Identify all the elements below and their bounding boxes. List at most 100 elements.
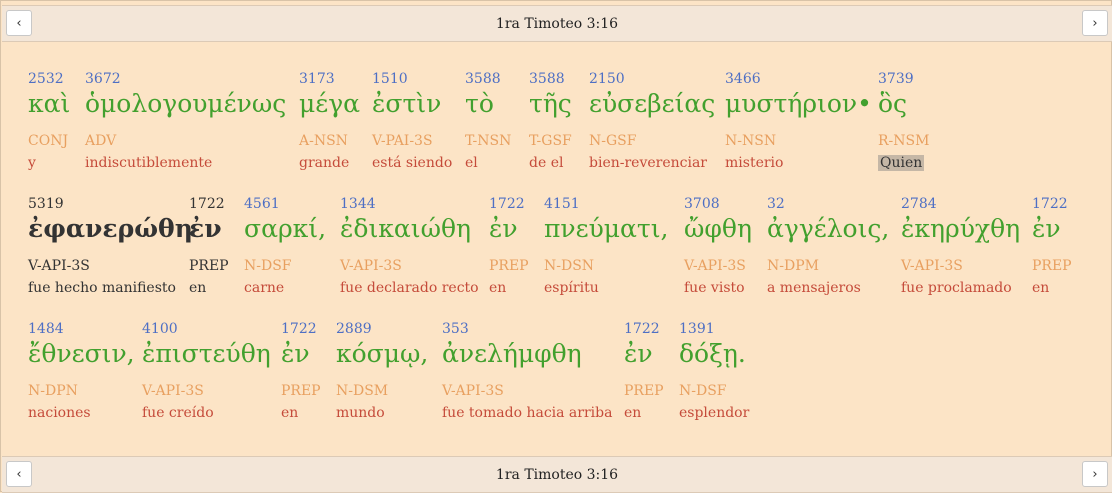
morph-code: PREP [624,383,664,399]
gloss-text: fue tomado hacia arriba [442,405,613,421]
strong-number: 2150 [589,71,625,87]
morph-code: PREP [281,383,321,399]
strong-number: 32 [767,196,785,212]
gloss-text: fue proclamado [901,280,1012,296]
interlinear-panel: ‹ 1ra Timoteo 3:16 › 2532 καὶ CONJ y 3672 ὁμο… [0,0,1112,493]
greek-word: ἐδικαιώθη [340,214,471,243]
greek-word: καὶ [28,89,71,118]
greek-word: τὸ [465,89,494,118]
strong-number: 3588 [529,71,565,87]
next-verse-button-bottom[interactable]: › [1082,461,1108,487]
strong-number: 1722 [281,321,317,337]
gloss-text: esplendor [679,405,750,421]
greek-word: μέγα [299,89,361,118]
strong-number: 4561 [244,196,280,212]
strong-number: 3588 [465,71,501,87]
greek-word: κόσμῳ, [336,339,429,368]
strong-number: 4100 [142,321,178,337]
greek-word: ἐπιστεύθη [142,339,271,368]
morph-code: N-DPN [28,383,78,399]
morph-code: R-NSM [878,133,930,149]
gloss-text: en [624,405,642,421]
chevron-left-icon: ‹ [16,15,22,31]
prev-verse-button[interactable]: ‹ [6,10,32,36]
strong-number: 1722 [1032,196,1068,212]
greek-word: ἐν [1032,214,1061,243]
greek-word: δόξῃ. [679,339,746,368]
morph-code: V-API-3S [442,383,504,399]
strong-number: 1722 [189,196,225,212]
greek-word: ἀγγέλοις, [767,214,890,243]
strong-number: 1722 [489,196,525,212]
verse-title-bottom: 1ra Timoteo 3:16 [495,466,619,483]
morph-code: V-API-3S [28,258,90,274]
greek-word: ἐν [624,339,653,368]
strong-number: 3708 [684,196,720,212]
strong-number: 2889 [336,321,372,337]
greek-word: ἐστὶν [372,89,442,118]
morph-code: A-NSN [299,133,348,149]
gloss-text: bien-reverenciar [589,155,707,171]
gloss-text: y [28,155,36,171]
greek-word: μυστήριον• [725,89,872,118]
greek-word: ἐκηρύχθη [901,214,1021,243]
strong-number: 1722 [624,321,660,337]
morph-code: T-GSF [529,133,572,149]
gloss-text: carne [244,280,285,296]
greek-word: εὐσεβείας [589,89,716,118]
morph-code: PREP [189,258,229,274]
strong-number: 1391 [679,321,715,337]
strong-number: 3173 [299,71,335,87]
greek-word: ἐν [489,214,518,243]
greek-word: ἐφανερώθη [28,214,193,243]
gloss-text: en [1032,280,1050,296]
greek-word: τῆς [529,89,572,118]
gloss-text: en [489,280,507,296]
morph-code: T-NSN [465,133,512,149]
next-verse-button[interactable]: › [1082,10,1108,36]
gloss-text: espíritu [544,280,599,296]
greek-word: ἐν [281,339,310,368]
morph-code: CONJ [28,133,69,149]
gloss-text: fue hecho manifiesto [28,280,176,296]
gloss-text: indiscutiblemente [85,155,213,171]
prev-verse-button-bottom[interactable]: ‹ [6,461,32,487]
greek-word: σαρκί, [244,214,327,243]
morph-code: ADV [85,133,117,149]
strong-number: 1344 [340,196,376,212]
gloss-text: de el [529,155,564,171]
gloss-text: en [189,280,207,296]
greek-word: ἀνελήμφθη [442,339,582,368]
morph-code: V-API-3S [340,258,402,274]
gloss-text: a mensajeros [767,280,861,296]
chevron-left-icon: ‹ [16,466,22,482]
strong-number: 1484 [28,321,64,337]
top-nav-bar: ‹ 1ra Timoteo 3:16 › [2,5,1112,42]
strong-number: 3466 [725,71,761,87]
verse-words: 2532 καὶ CONJ y 3672 ὁμολογουμένως ADV indiscut… [1,41,1111,455]
gloss-text: fue creído [142,405,214,421]
gloss-text: Quien [878,155,925,171]
morph-code: N-DSF [244,258,292,274]
strong-number: 1510 [372,71,408,87]
strong-number: 3672 [85,71,121,87]
greek-word: ὃς [878,89,908,118]
gloss-text: naciones [28,405,91,421]
morph-code: N-DPM [767,258,819,274]
greek-word: ὁμολογουμένως [85,89,287,118]
gloss-text: fue declarado recto [340,280,479,296]
chevron-right-icon: › [1092,466,1098,482]
strong-number: 2784 [901,196,937,212]
gloss-text: mundo [336,405,385,421]
gloss-text: en [281,405,299,421]
gloss-text: está siendo [372,155,453,171]
gloss-text: fue visto [684,280,745,296]
bottom-nav-bar: ‹ 1ra Timoteo 3:16 › [2,456,1112,493]
morph-code: V-API-3S [901,258,963,274]
strong-number: 4151 [544,196,580,212]
strong-number: 5319 [28,196,64,212]
morph-code: N-DSM [336,383,389,399]
gloss-text: el [465,155,478,171]
gloss-text: grande [299,155,350,171]
morph-code: N-GSF [589,133,637,149]
